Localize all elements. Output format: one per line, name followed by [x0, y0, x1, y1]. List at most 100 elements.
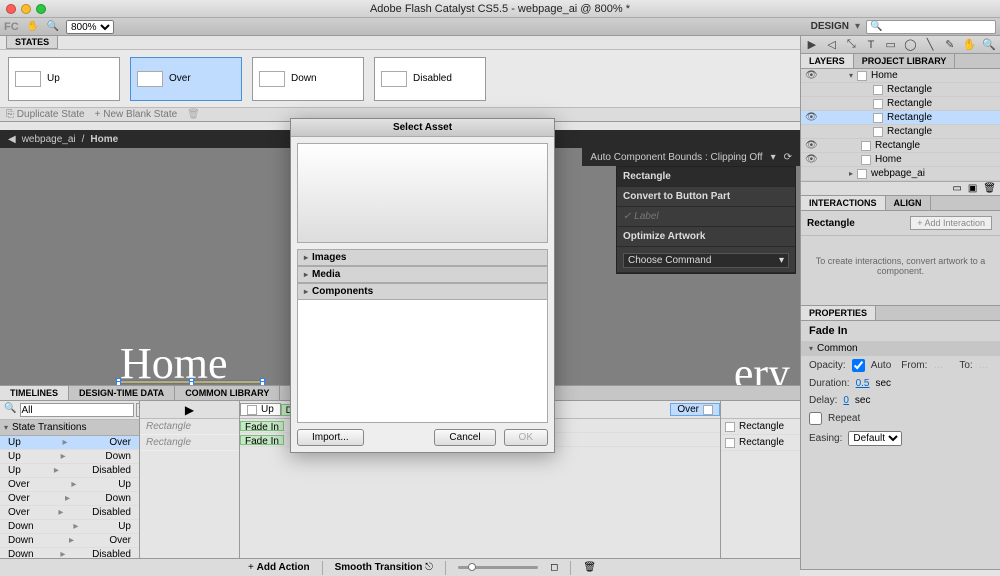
- layer-row[interactable]: 👁▾Home: [801, 69, 1000, 83]
- delete-state-icon[interactable]: 🗑: [187, 109, 200, 120]
- hand-tool-icon[interactable]: ✋: [26, 20, 40, 34]
- tab-timelines[interactable]: TIMELINES: [0, 386, 69, 400]
- zoom-slider[interactable]: [458, 566, 538, 569]
- hud-panel: Rectangle Convert to Button Part ✓ Label…: [616, 166, 796, 274]
- new-layer-icon[interactable]: ▭: [952, 183, 961, 194]
- breadcrumb-page[interactable]: Home: [90, 134, 118, 145]
- canvas-text-home[interactable]: Home: [120, 338, 228, 385]
- zoom-tool-icon[interactable]: 🔍: [982, 38, 996, 52]
- transition-row[interactable]: Down▸Disabled: [0, 548, 139, 558]
- delay-label: Delay:: [809, 395, 837, 406]
- state-card[interactable]: Down: [252, 57, 364, 101]
- delete-layer-icon[interactable]: 🗑: [983, 183, 996, 194]
- accordion-components[interactable]: ▸Components: [297, 283, 548, 300]
- section-common[interactable]: ▾Common: [801, 341, 1000, 356]
- play-icon[interactable]: ▶: [185, 403, 194, 417]
- ok-button[interactable]: OK: [504, 429, 548, 446]
- layer-row[interactable]: Rectangle: [801, 83, 1000, 97]
- text-tool-icon[interactable]: T: [864, 38, 878, 52]
- refresh-icon[interactable]: ⟳: [784, 152, 792, 163]
- state-card[interactable]: Disabled: [374, 57, 486, 101]
- tab-align[interactable]: ALIGN: [886, 196, 931, 210]
- effect-bar[interactable]: Fade In: [240, 421, 284, 431]
- line-tool-icon[interactable]: ╲: [923, 38, 937, 52]
- chevron-right-icon: ▸: [304, 287, 308, 296]
- state-card[interactable]: Up: [8, 57, 120, 101]
- duration-value[interactable]: 0.5: [856, 378, 870, 389]
- transition-row[interactable]: Up▸Over: [0, 436, 139, 450]
- cancel-button[interactable]: Cancel: [434, 429, 495, 446]
- accordion-images[interactable]: ▸Images: [297, 249, 548, 266]
- pen-tool-icon[interactable]: ✎: [943, 38, 957, 52]
- tab-common-library[interactable]: COMMON LIBRARY: [175, 386, 280, 400]
- tab-interactions[interactable]: INTERACTIONS: [801, 196, 886, 210]
- layer-row[interactable]: ▸webpage_ai: [801, 167, 1000, 181]
- accordion-media[interactable]: ▸Media: [297, 266, 548, 283]
- transition-row[interactable]: Down▸Up: [0, 520, 139, 534]
- chevron-down-icon: ▾: [4, 423, 8, 432]
- selection-tool-icon[interactable]: ▶: [805, 38, 819, 52]
- transition-row[interactable]: Up▸Down: [0, 450, 139, 464]
- layer-row[interactable]: 👁Home: [801, 153, 1000, 167]
- window-title: Adobe Flash Catalyst CS5.5 - webpage_ai …: [0, 3, 1000, 15]
- asset-preview: [297, 143, 548, 243]
- workspace-design[interactable]: DESIGN: [811, 21, 849, 32]
- magnifier-icon: 🔍: [870, 21, 882, 32]
- list-item[interactable]: Rectangle: [721, 435, 800, 451]
- filter-input[interactable]: [20, 403, 134, 417]
- tab-properties[interactable]: PROPERTIES: [801, 306, 876, 320]
- new-sublayer-icon[interactable]: ▣: [968, 183, 977, 194]
- tab-project-library[interactable]: PROJECT LIBRARY: [854, 54, 956, 68]
- transition-row[interactable]: Down▸Over: [0, 534, 139, 548]
- timeline-object[interactable]: Rectangle: [140, 435, 239, 451]
- layer-row[interactable]: Rectangle: [801, 97, 1000, 111]
- repeat-checkbox[interactable]: [809, 412, 822, 425]
- transition-row[interactable]: Over▸Up: [0, 478, 139, 492]
- filter-search-icon[interactable]: 🔍: [2, 403, 18, 417]
- hud-command-dropdown[interactable]: Choose Command▾: [623, 253, 789, 268]
- app-toolbar: FC ✋ 🔍 800% DESIGN ▾ 🔍: [0, 18, 1000, 36]
- opacity-auto-checkbox[interactable]: [852, 359, 865, 372]
- transition-row[interactable]: Up▸Disabled: [0, 464, 139, 478]
- search-icon[interactable]: 🔍: [46, 20, 60, 34]
- tab-layers[interactable]: LAYERS: [801, 54, 854, 68]
- state-card[interactable]: Over: [130, 57, 242, 101]
- effect-bar[interactable]: Fade In: [240, 435, 284, 445]
- breadcrumb-doc[interactable]: webpage_ai: [22, 134, 76, 145]
- direct-select-tool-icon[interactable]: ◁: [825, 38, 839, 52]
- new-blank-state-button[interactable]: + New Blank State: [95, 109, 178, 120]
- add-interaction-button[interactable]: + Add Interaction: [910, 216, 992, 230]
- chevron-down-icon: ▾: [779, 255, 784, 266]
- ellipse-tool-icon[interactable]: ◯: [904, 38, 918, 52]
- layer-row[interactable]: 👁Rectangle: [801, 139, 1000, 153]
- smooth-transition-button[interactable]: Smooth Transition ⎋: [335, 562, 433, 573]
- duplicate-state-button[interactable]: ⎘ Duplicate State: [6, 109, 85, 120]
- layer-row[interactable]: Rectangle: [801, 125, 1000, 139]
- rectangle-tool-icon[interactable]: ▭: [884, 38, 898, 52]
- search-input[interactable]: 🔍: [866, 20, 996, 34]
- layer-row[interactable]: 👁Rectangle: [801, 111, 1000, 125]
- selection-rectangle[interactable]: [118, 380, 263, 384]
- asset-list[interactable]: [297, 300, 548, 423]
- tab-design-time-data[interactable]: DESIGN-TIME DATA: [69, 386, 175, 400]
- delete-effect-icon[interactable]: 🗑: [583, 562, 596, 573]
- transition-row[interactable]: Over▸Down: [0, 492, 139, 506]
- import-button[interactable]: Import...: [297, 429, 364, 446]
- states-tab[interactable]: STATES: [6, 36, 58, 49]
- chevron-down-icon[interactable]: ▾: [771, 152, 776, 163]
- timeline-object[interactable]: Rectangle: [140, 419, 239, 435]
- fit-icon[interactable]: ◻: [550, 562, 558, 573]
- delay-value[interactable]: 0: [843, 395, 849, 406]
- workspace-menu-chevron-icon[interactable]: ▾: [855, 21, 860, 32]
- back-icon[interactable]: ◀: [8, 134, 16, 145]
- transition-row[interactable]: Over▸Disabled: [0, 506, 139, 520]
- state-transitions-header[interactable]: ▾State Transitions: [0, 420, 139, 436]
- hand-tool-icon[interactable]: ✋: [963, 38, 977, 52]
- timeline-footer: + Add Action Smooth Transition ⎋ ◻ 🗑: [0, 558, 800, 576]
- hud-label-option[interactable]: ✓ Label: [617, 207, 795, 227]
- zoom-select[interactable]: 800%: [66, 20, 114, 34]
- list-item[interactable]: Rectangle: [721, 419, 800, 435]
- easing-select[interactable]: Default: [848, 431, 902, 446]
- transform-tool-icon[interactable]: ⤡: [844, 38, 858, 52]
- add-action-button[interactable]: + Add Action: [248, 562, 310, 573]
